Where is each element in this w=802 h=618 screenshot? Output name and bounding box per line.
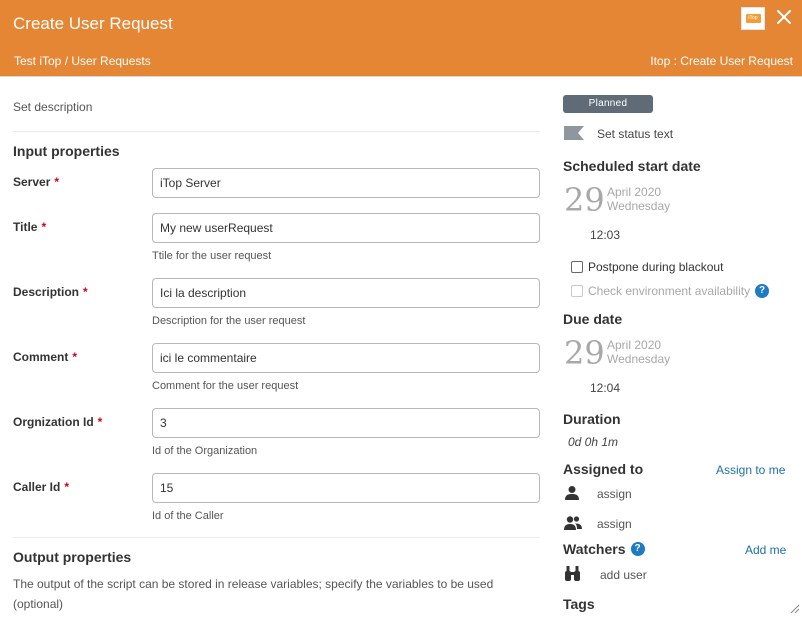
duration-title: Duration	[563, 411, 621, 427]
title-field[interactable]	[152, 213, 540, 243]
due-date-month: April 2020	[607, 338, 662, 352]
postpone-label: Postpone during blackout	[588, 260, 724, 274]
status-text-input[interactable]: Set status text	[597, 127, 673, 141]
itop-logo-text: iTop	[745, 14, 761, 23]
check-environment-row: Check environment availability ?	[571, 284, 770, 298]
comment-label: Comment *	[13, 350, 78, 364]
assign-user-field[interactable]: assign	[597, 487, 632, 501]
title-label: Title *	[13, 220, 47, 234]
caller-id-label: Caller Id *	[13, 480, 70, 494]
scheduled-start-title: Scheduled start date	[563, 158, 701, 174]
required-mark: *	[64, 480, 70, 494]
organization-id-hint: Id of the Organization	[152, 445, 258, 457]
description-input[interactable]: Set description	[13, 100, 92, 114]
organization-id-field[interactable]	[152, 408, 540, 438]
due-date-time[interactable]: 12:04	[590, 381, 620, 395]
duration-value: 0d 0h 1m	[568, 435, 619, 449]
scheduled-start-month: April 2020	[607, 185, 662, 199]
team-icon	[564, 516, 582, 530]
itop-logo: iTop	[741, 7, 765, 30]
watchers-title-row: Watchers ?	[563, 541, 645, 557]
add-me-link[interactable]: Add me	[745, 543, 786, 557]
user-icon	[565, 486, 579, 500]
description-field[interactable]	[152, 278, 540, 308]
divider	[13, 537, 540, 538]
description-hint: Description for the user request	[152, 315, 306, 327]
status-badge[interactable]: Planned	[563, 95, 653, 113]
postpone-checkbox-row[interactable]: Postpone during blackout	[571, 260, 723, 274]
help-icon[interactable]: ?	[630, 542, 645, 556]
binoculars-icon	[565, 566, 580, 581]
required-mark: *	[41, 220, 47, 234]
caller-id-hint: Id of the Caller	[152, 510, 224, 522]
scheduled-start-time[interactable]: 12:03	[590, 228, 620, 242]
flag-icon	[564, 126, 584, 140]
required-mark: *	[72, 350, 78, 364]
add-user-field[interactable]: add user	[600, 568, 647, 582]
tags-title: Tags	[563, 596, 595, 612]
organization-id-label: Orgnization Id *	[13, 415, 103, 429]
description-label: Description *	[13, 285, 88, 299]
due-date-day[interactable]: 29	[564, 334, 605, 372]
watchers-title: Watchers	[563, 541, 626, 557]
divider	[13, 131, 540, 132]
close-icon[interactable]	[776, 9, 792, 25]
resize-handle-icon[interactable]	[789, 603, 799, 613]
postpone-checkbox[interactable]	[571, 261, 583, 273]
output-description: The output of the script can be stored i…	[13, 577, 494, 611]
comment-field[interactable]	[152, 343, 540, 373]
title-hint: Ttile for the user request	[152, 250, 272, 262]
comment-hint: Comment for the user request	[152, 380, 299, 392]
breadcrumb[interactable]: Test iTop / User Requests	[14, 54, 151, 68]
help-icon[interactable]: ?	[755, 284, 770, 298]
assign-to-me-link[interactable]: Assign to me	[716, 463, 785, 477]
assign-team-field[interactable]: assign	[597, 517, 632, 531]
caller-id-field[interactable]	[152, 473, 540, 503]
check-environment-checkbox	[571, 285, 583, 297]
scheduled-start-weekday: Wednesday	[607, 199, 671, 213]
required-mark: *	[97, 415, 103, 429]
due-date-weekday: Wednesday	[607, 352, 671, 366]
required-mark: *	[83, 285, 88, 299]
due-date-title: Due date	[563, 311, 623, 327]
output-properties-title: Output properties	[13, 549, 132, 565]
context-title: Itop : Create User Request	[650, 54, 793, 68]
check-environment-label: Check environment availability	[588, 284, 751, 298]
form-panel: Set description Input properties Server *…	[0, 77, 553, 618]
details-sidebar: Planned Set status text Scheduled start …	[553, 77, 802, 618]
server-field[interactable]	[152, 168, 540, 198]
dialog-header: Create User Request Test iTop / User Req…	[0, 0, 802, 77]
input-properties-title: Input properties	[13, 143, 120, 159]
server-label: Server *	[13, 175, 60, 189]
scheduled-start-day[interactable]: 29	[564, 181, 605, 219]
required-mark: *	[54, 175, 60, 189]
assigned-to-title: Assigned to	[563, 461, 644, 477]
dialog-title: Create User Request	[13, 14, 173, 33]
